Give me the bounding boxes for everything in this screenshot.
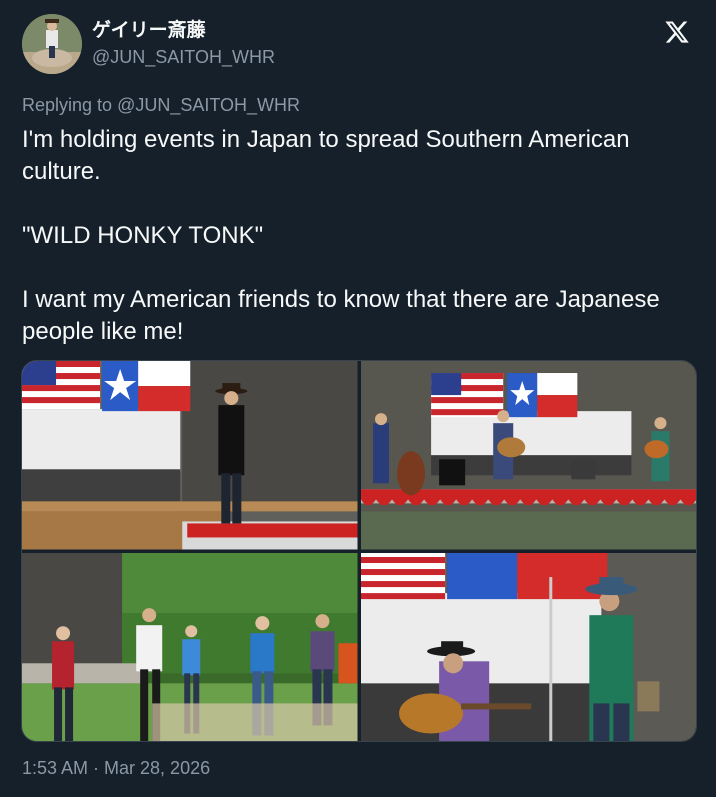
replying-to-prefix: Replying to <box>22 95 113 115</box>
tweet-card: ゲイリー斎藤 @JUN_SAITOH_WHR Replying to @JUN_… <box>0 0 716 797</box>
photo-1[interactable] <box>22 361 358 550</box>
replying-to-mention[interactable]: @JUN_SAITOH_WHR <box>117 95 300 115</box>
tweet-header: ゲイリー斎藤 @JUN_SAITOH_WHR <box>22 14 275 74</box>
x-logo-icon[interactable] <box>664 19 690 45</box>
photo-4[interactable] <box>360 552 696 741</box>
avatar[interactable] <box>22 14 82 74</box>
media-grid <box>21 360 697 742</box>
tweet-paragraph: I'm holding events in Japan to spread So… <box>22 126 630 185</box>
tweet-paragraph: "WILD HONKY TONK" <box>22 222 264 249</box>
author-display-name[interactable]: ゲイリー斎藤 <box>92 19 275 43</box>
replying-to: Replying to @JUN_SAITOH_WHR <box>22 95 300 116</box>
tweet-timestamp[interactable]: 1:53 AM · Mar 28, 2026 <box>22 758 210 779</box>
photo-3[interactable] <box>22 552 358 741</box>
author-handle[interactable]: @JUN_SAITOH_WHR <box>92 45 275 69</box>
tweet-paragraph: I want my American friends to know that … <box>22 286 660 345</box>
photo-2[interactable] <box>360 361 696 550</box>
author-names: ゲイリー斎藤 @JUN_SAITOH_WHR <box>92 19 275 69</box>
tweet-text: I'm holding events in Japan to spread So… <box>22 124 692 348</box>
